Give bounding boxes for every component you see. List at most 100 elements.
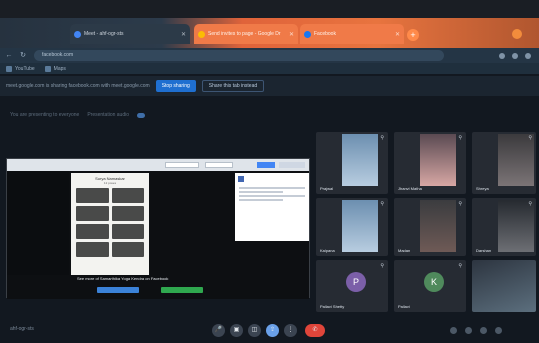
- extension-icon[interactable]: [499, 52, 505, 59]
- browser-tab-meet[interactable]: Meet - ahf-ogr-sts ✕: [70, 24, 190, 44]
- yoga-pose-image: [76, 206, 109, 221]
- participant-tile[interactable]: ⚲ Shreya: [472, 132, 536, 194]
- shared-search-box: [165, 162, 199, 168]
- stop-sharing-button[interactable]: Stop sharing: [155, 80, 196, 92]
- presenting-text: You are presenting to everyone: [10, 112, 80, 118]
- pose-grid: [71, 185, 149, 260]
- tab-label: Send invites to page - Google Dr: [208, 31, 281, 37]
- extension-icon[interactable]: [512, 52, 518, 59]
- window-control-icon[interactable]: [512, 29, 522, 39]
- youtube-icon: [6, 65, 12, 72]
- participant-tile[interactable]: ⚲ Jhanvi Matha: [394, 132, 466, 194]
- tab-label: Facebook: [314, 31, 336, 37]
- end-call-button[interactable]: ✆: [305, 324, 325, 337]
- shared-login-button: [257, 162, 275, 168]
- share-this-tab-button[interactable]: Share this tab instead: [201, 80, 265, 92]
- create-account-button: [161, 287, 203, 293]
- url-field[interactable]: facebook.com: [34, 50, 444, 61]
- mic-off-icon: ⚲: [528, 201, 532, 207]
- mic-off-icon: ⚲: [380, 135, 384, 141]
- participant-avatar: P: [346, 272, 366, 292]
- meet-page: meet.google.com is sharing facebook.com …: [0, 74, 539, 343]
- yoga-pose-image: [76, 224, 109, 239]
- meeting-code: ahf-ogr-sts: [10, 326, 34, 332]
- participant-name: Madan: [398, 248, 411, 253]
- facebook-login-promo: See more of Samarthika Yoga Kendra on Fa…: [7, 275, 309, 299]
- participant-tile[interactable]: ⚲ Darshan: [472, 198, 536, 256]
- close-tab-icon[interactable]: ✕: [395, 31, 400, 38]
- bookmark-label: Maps: [53, 65, 66, 72]
- meet-favicon-icon: [74, 30, 81, 38]
- shared-dark-pane: [7, 171, 69, 289]
- post-text-line: [239, 199, 283, 201]
- captions-button[interactable]: ◫: [248, 324, 261, 337]
- browser-tab-facebook[interactable]: Facebook ✕: [300, 24, 404, 44]
- mic-off-icon: ⚲: [380, 263, 384, 269]
- participant-tile[interactable]: ⚲ Madan: [394, 198, 466, 256]
- bookmarks-bar: YouTube Maps: [0, 63, 539, 74]
- facebook-post-panel: [235, 173, 309, 241]
- participant-name: Jhanvi Matha: [398, 186, 422, 191]
- participant-tile[interactable]: P ⚲ Pallavi Shetty: [316, 260, 388, 312]
- meeting-controls-bar: ahf-ogr-sts 🎤 ▣ ◫ ⇪ ⋮ ✆: [0, 318, 539, 343]
- browser-tab-strip: Meet - ahf-ogr-sts ✕ Send invites to pag…: [0, 18, 539, 48]
- participant-video: [498, 134, 534, 186]
- people-icon[interactable]: [465, 327, 472, 334]
- login-button: [97, 287, 139, 293]
- yoga-pose-image: [111, 206, 144, 221]
- yoga-pose-image: [76, 188, 109, 203]
- shared-field: [205, 162, 233, 168]
- close-tab-icon[interactable]: ✕: [181, 31, 186, 38]
- bookmark-label: YouTube: [15, 65, 35, 72]
- mic-off-icon: ⚲: [458, 263, 462, 269]
- participant-name: Pallavi: [398, 304, 410, 309]
- close-tab-icon[interactable]: ✕: [289, 31, 294, 38]
- shared-link: [279, 162, 305, 168]
- tab-label: Meet - ahf-ogr-sts: [84, 31, 124, 37]
- back-arrow-icon[interactable]: ←: [4, 51, 14, 61]
- share-info-text: meet.google.com is sharing facebook.com …: [6, 83, 150, 89]
- participant-tile[interactable]: ⚲ Prajwal: [316, 132, 388, 194]
- chat-icon[interactable]: [480, 327, 487, 334]
- audio-toggle-icon[interactable]: [137, 112, 146, 118]
- reload-icon[interactable]: ↻: [18, 51, 28, 61]
- participant-name: Prajwal: [320, 186, 334, 191]
- browser-tab-drive[interactable]: Send invites to page - Google Dr ✕: [194, 24, 298, 44]
- yoga-pose-image: [76, 242, 109, 257]
- participant-video: [420, 134, 456, 186]
- presenting-status: You are presenting to everyone Presentat…: [10, 112, 146, 118]
- post-text-line: [239, 187, 305, 189]
- profile-icon[interactable]: [525, 52, 531, 59]
- shared-page-header: [7, 159, 309, 171]
- new-tab-button[interactable]: +: [407, 29, 419, 41]
- page-avatar-icon: [238, 176, 244, 182]
- yoga-pose-image: [111, 224, 144, 239]
- participant-tile[interactable]: K ⚲ Pallavi: [394, 260, 466, 312]
- facebook-favicon-icon: [304, 30, 311, 38]
- mic-off-icon: ⚲: [528, 135, 532, 141]
- yoga-pose-image: [111, 188, 144, 203]
- mic-off-icon: ⚲: [458, 201, 462, 207]
- post-text-line: [239, 195, 305, 197]
- camera-button[interactable]: ▣: [230, 324, 243, 337]
- yoga-pose-image: [111, 242, 144, 257]
- self-view-tile[interactable]: [472, 260, 536, 312]
- post-header: [235, 173, 309, 185]
- participant-name: Darshan: [476, 248, 492, 253]
- participant-video: [342, 200, 378, 252]
- bookmark-maps[interactable]: Maps: [44, 65, 66, 72]
- more-options-button[interactable]: ⋮: [284, 324, 297, 337]
- info-icon[interactable]: [450, 327, 457, 334]
- bookmark-youtube[interactable]: YouTube: [6, 65, 35, 72]
- activities-icon[interactable]: [495, 327, 502, 334]
- post-text-line: [239, 191, 283, 193]
- presentation-audio-label: Presentation audio: [87, 112, 130, 118]
- participant-name: Kalpana: [320, 248, 335, 253]
- drive-favicon-icon: [198, 30, 205, 38]
- mic-button[interactable]: 🎤: [212, 324, 225, 337]
- shared-screen-preview[interactable]: Surya Namaskar 12 poses See more of Sama…: [6, 158, 310, 299]
- extension-icons: [499, 52, 531, 59]
- participant-tile[interactable]: ⚲ Kalpana: [316, 198, 388, 256]
- present-button[interactable]: ⇪: [266, 324, 279, 337]
- shared-dark-pane: [149, 173, 231, 275]
